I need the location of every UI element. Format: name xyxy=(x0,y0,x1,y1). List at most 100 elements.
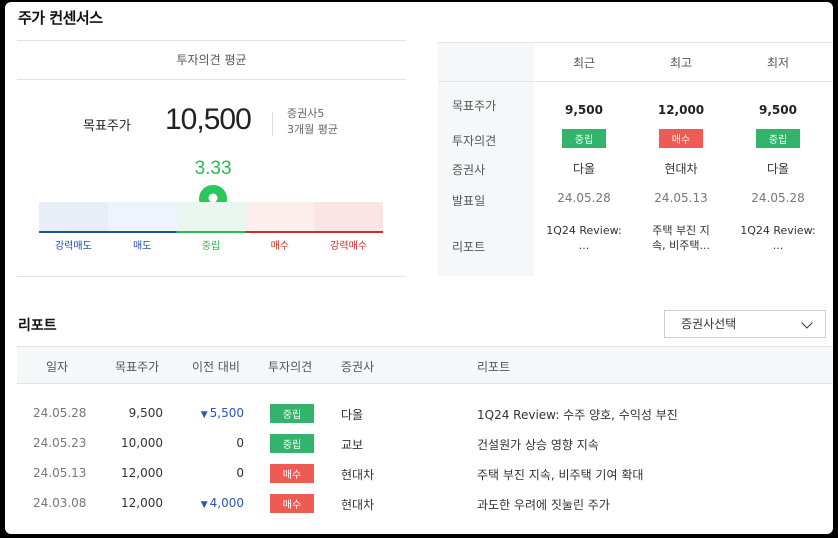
lowest-report-link[interactable]: 1Q24 Review: ... xyxy=(730,223,826,253)
section-title: 주가 컨센서스 xyxy=(18,9,103,27)
table-row[interactable]: 24.03.08 12,000 ▼ 4,000 매수 현대차 과도한 우려에 짓눌린 주가 xyxy=(17,489,833,519)
opinion-badge: 매수 xyxy=(270,494,314,513)
row-target: 12,000 xyxy=(121,466,163,480)
row-date: 24.03.08 xyxy=(33,496,87,510)
col-date: 일자 xyxy=(46,360,69,374)
averaging-period: 3개월 평균 xyxy=(287,123,338,136)
row-opinion: 중립 xyxy=(270,434,314,453)
latest-target: 9,500 xyxy=(565,103,603,117)
row-diff: 0 xyxy=(187,436,244,450)
row-report-link[interactable]: 주택 부진 지속, 비주택 기여 확대 xyxy=(477,466,643,483)
lowest-opinion: 중립 xyxy=(730,129,826,148)
chevron-down-icon xyxy=(801,317,813,329)
scale-label: 매수 xyxy=(270,241,289,252)
table-row[interactable]: 24.05.28 9,500 ▼ 5,500 중립 다올 1Q24 Review: 수주 양… xyxy=(17,399,833,429)
broker-select[interactable]: 증권사선택 xyxy=(664,310,826,338)
reports-title: 리포트 xyxy=(18,318,57,334)
row-report-link[interactable]: 건설원가 상승 영향 지속 xyxy=(477,436,599,453)
divider xyxy=(272,112,273,136)
lowest-broker: 다올 xyxy=(766,162,790,176)
row-diff-value: 0 xyxy=(236,436,244,450)
scale-label: 강력매수 xyxy=(330,241,367,252)
row-date: 24.05.23 xyxy=(33,436,87,450)
col-opinion: 투자의견 xyxy=(268,360,313,374)
report-line: 1Q24 Review: xyxy=(740,224,816,237)
col-target: 목표주가 xyxy=(115,360,160,374)
row-opinion: 매수 xyxy=(270,464,314,483)
row-diff: 0 xyxy=(187,466,244,480)
opinion-summary-panel: 투자의견 평균 목표주가 10,500 증권사5 3개월 평균 3.33 강력매… xyxy=(17,40,406,277)
table-row[interactable]: 24.05.23 10,000 0 중립 교보 건설원가 상승 영향 지속 xyxy=(17,429,833,459)
row-target: 9,500 xyxy=(128,406,163,420)
latest-report-link[interactable]: 1Q24 Review: ... xyxy=(536,223,632,253)
broker-count: 증권사5 xyxy=(287,107,325,120)
report-line: 1Q24 Review: xyxy=(546,224,622,237)
summary-meta: 증권사5 3개월 평균 xyxy=(287,106,338,138)
report-line: ... xyxy=(578,239,590,252)
target-price-value: 10,500 xyxy=(165,103,252,136)
consensus-window: 주가 컨센서스 투자의견 평균 목표주가 10,500 증권사5 3개월 평균 … xyxy=(5,2,833,534)
row-broker: 다올 xyxy=(341,408,364,422)
comparison-table: 최근 최고 최저 목표주가 투자의견 증권사 발표일 리포트 9,500 12,… xyxy=(438,42,833,276)
row-diff-value: 4,000 xyxy=(209,496,244,510)
scale-label: 강력매도 xyxy=(54,241,92,252)
lowest-date: 24.05.28 xyxy=(751,191,805,205)
row-date: 24.05.28 xyxy=(33,406,87,420)
row-date: 24.05.13 xyxy=(33,466,87,480)
col-diff: 이전 대비 xyxy=(192,360,240,374)
row-label-target: 목표주가 xyxy=(452,99,497,113)
row-broker: 현대차 xyxy=(341,468,375,482)
row-report-link[interactable]: 1Q24 Review: 수주 양호, 수익성 부진 xyxy=(477,406,678,423)
triangle-down-icon: ▼ xyxy=(200,410,208,420)
opinion-scale-bar xyxy=(39,202,383,232)
opinion-badge: 매수 xyxy=(270,464,314,483)
scale-segment xyxy=(39,202,108,232)
col-latest: 최근 xyxy=(572,56,596,70)
row-label-broker: 증권사 xyxy=(452,163,486,177)
triangle-down-icon: ▼ xyxy=(200,500,208,510)
broker-select-value: 증권사선택 xyxy=(681,317,737,331)
row-label-date: 발표일 xyxy=(452,194,486,208)
scale-label: 매도 xyxy=(132,241,152,252)
scale-segment xyxy=(314,202,383,232)
row-diff-value: 0 xyxy=(236,466,244,480)
opinion-scale-labels: 강력매도 매도 중립 매수 강력매수 xyxy=(39,237,383,252)
opinion-badge: 매수 xyxy=(659,129,703,148)
highest-date: 24.05.13 xyxy=(654,191,708,205)
reports-table-header: 일자 목표주가 이전 대비 투자의견 증권사 리포트 xyxy=(17,346,833,384)
col-highest: 최고 xyxy=(669,56,693,70)
target-price-label: 목표주가 xyxy=(83,119,131,134)
report-line: ... xyxy=(772,239,784,252)
row-opinion: 중립 xyxy=(270,404,314,423)
col-broker: 증권사 xyxy=(341,360,375,374)
table-row[interactable]: 24.05.13 12,000 0 매수 현대차 주택 부진 지속, 비주택 기여 확대 xyxy=(17,459,833,489)
highest-broker: 현대차 xyxy=(664,162,698,176)
row-diff-value: 5,500 xyxy=(209,406,244,420)
row-diff: ▼ 4,000 xyxy=(187,496,244,510)
opinion-badge: 중립 xyxy=(270,434,314,453)
col-report: 리포트 xyxy=(477,360,511,374)
highest-report-link[interactable]: 주택 부진 지 속, 비주택... xyxy=(633,223,729,253)
summary-header: 투자의견 평균 xyxy=(17,40,406,80)
report-line: 주택 부진 지 xyxy=(652,224,710,237)
row-target: 12,000 xyxy=(121,496,163,510)
row-label-report: 리포트 xyxy=(452,240,486,254)
average-score: 3.33 xyxy=(194,158,232,179)
highest-target: 12,000 xyxy=(657,103,705,117)
opinion-badge: 중립 xyxy=(270,404,314,423)
scale-segment xyxy=(176,202,246,232)
scale-label: 중립 xyxy=(201,241,221,252)
latest-opinion: 중립 xyxy=(536,129,632,148)
row-broker: 현대차 xyxy=(341,498,375,512)
divider xyxy=(17,276,406,277)
opinion-scale-line xyxy=(39,231,383,233)
row-label-opinion: 투자의견 xyxy=(452,134,497,148)
row-report-link[interactable]: 과도한 우려에 짓눌린 주가 xyxy=(477,496,610,513)
row-broker: 교보 xyxy=(341,438,364,452)
latest-date: 24.05.28 xyxy=(557,191,611,205)
row-diff: ▼ 5,500 xyxy=(187,406,244,420)
lowest-target: 9,500 xyxy=(759,103,797,117)
col-lowest: 최저 xyxy=(766,56,790,70)
scale-segment xyxy=(107,202,177,232)
opinion-badge: 중립 xyxy=(756,129,800,148)
